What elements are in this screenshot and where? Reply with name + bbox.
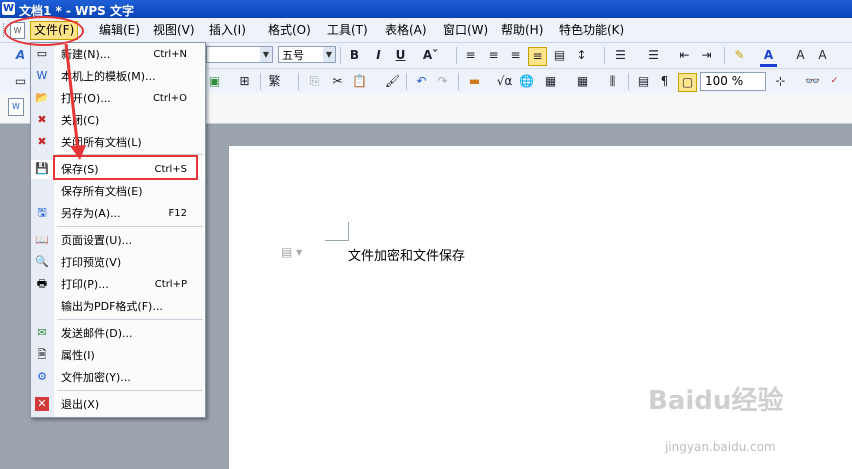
annotation-arrow bbox=[64, 43, 86, 160]
